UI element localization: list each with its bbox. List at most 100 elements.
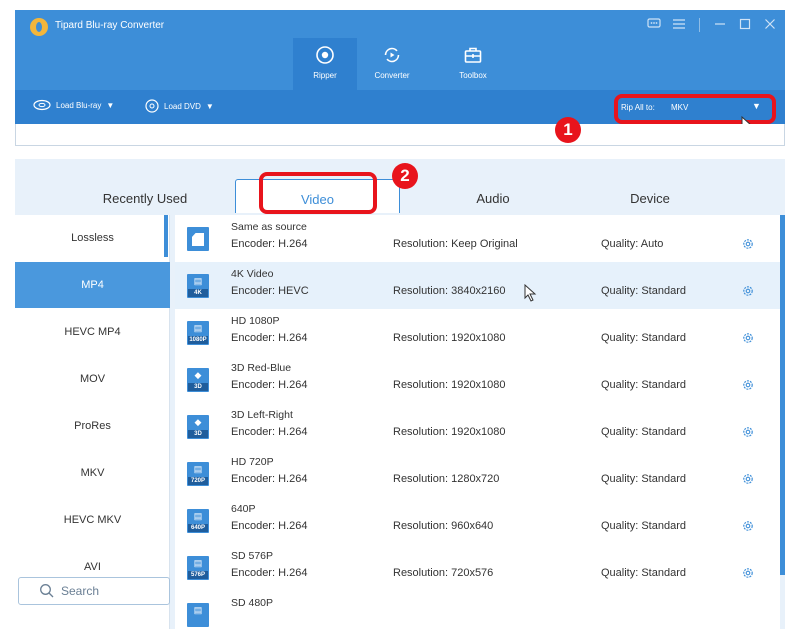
video-format-icon: ▤ 640P — [187, 509, 209, 533]
tab-toolbox[interactable]: Toolbox — [441, 38, 505, 90]
gear-icon[interactable] — [741, 284, 755, 298]
tab-toolbox-label: Toolbox — [459, 71, 487, 80]
format-name: 4K Video — [231, 268, 274, 280]
format-quality: Quality: Standard — [601, 473, 686, 485]
format-quality: Quality: Standard — [601, 520, 686, 532]
video-format-icon: ▤ 4K — [187, 274, 209, 298]
gear-icon[interactable] — [741, 331, 755, 345]
sidebar-item-mov[interactable]: MOV — [15, 356, 170, 402]
bluray-disc-icon — [33, 99, 51, 111]
format-resolution: Resolution: 3840x2160 — [393, 285, 506, 297]
format-quality: Quality: Standard — [601, 379, 686, 391]
load-bluray-label: Load Blu-ray — [56, 100, 102, 110]
format-category-sidebar: Lossless MP4 HEVC MP4 MOV ProRes MKV HEV… — [15, 215, 170, 629]
format-row-3d-red-blue[interactable]: ◆ 3D 3D Red-Blue Encoder: H.264 Resolutio… — [175, 356, 780, 403]
format-quality: Quality: Standard — [601, 426, 686, 438]
format-resolution: Resolution: Keep Original — [393, 238, 518, 250]
tab-recently-used[interactable]: Recently Used — [85, 179, 205, 213]
tab-converter[interactable]: Converter — [360, 38, 424, 90]
window-controls — [647, 17, 777, 33]
format-tag: 3D — [188, 383, 208, 391]
video-format-icon: ▤ — [187, 603, 209, 627]
converter-icon — [384, 47, 400, 63]
format-list-scrollbar[interactable] — [780, 215, 785, 575]
title-bar: Tipard Blu-ray Converter Ripper Converte… — [15, 10, 785, 90]
format-quality: Quality: Standard — [601, 332, 686, 344]
3d-cube-icon: ◆ 3D — [187, 368, 209, 392]
format-encoder: Encoder: H.264 — [231, 379, 308, 391]
mouse-cursor-icon — [524, 284, 537, 302]
format-quality: Quality: Standard — [601, 567, 686, 579]
sidebar-item-mp4[interactable]: MP4 — [15, 262, 170, 308]
format-row-hd-720p[interactable]: ▤ 720P HD 720P Encoder: H.264 Resolution:… — [175, 450, 780, 497]
minimize-icon[interactable] — [713, 17, 727, 33]
step-badge-2: 2 — [392, 163, 418, 189]
format-row-sd-480p[interactable]: ▤ SD 480P — [175, 591, 780, 629]
video-format-icon: ▤ 576P — [187, 556, 209, 580]
format-row-hd-1080p[interactable]: ▤ 1080P HD 1080P Encoder: H.264 Resolutio… — [175, 309, 780, 356]
format-tag: 3D — [188, 430, 208, 438]
step-badge-1: 1 — [555, 117, 581, 143]
format-encoder: Encoder: HEVC — [231, 285, 309, 297]
format-encoder: Encoder: H.264 — [231, 567, 308, 579]
maximize-icon[interactable] — [738, 17, 752, 33]
gear-icon[interactable] — [741, 566, 755, 580]
tab-ripper-label: Ripper — [313, 71, 337, 80]
chevron-down-icon: ▼ — [205, 101, 214, 111]
format-quality: Quality: Standard — [601, 285, 686, 297]
format-name: 3D Left-Right — [231, 409, 293, 421]
format-resolution: Resolution: 960x640 — [393, 520, 494, 532]
video-format-icon: ▤ 1080P — [187, 321, 209, 345]
gear-icon[interactable] — [741, 378, 755, 392]
dvd-disc-icon — [145, 99, 159, 113]
format-row-640p[interactable]: ▤ 640P 640P Encoder: H.264 Resolution: 96… — [175, 497, 780, 544]
format-name: HD 720P — [231, 456, 274, 468]
sidebar-item-hevc-mkv[interactable]: HEVC MKV — [15, 497, 170, 543]
format-resolution: Resolution: 1920x1080 — [393, 379, 506, 391]
disc-logo-icon — [30, 18, 48, 36]
load-dvd-button[interactable]: Load DVD ▼ — [145, 99, 214, 113]
format-row-4k-video[interactable]: ▤ 4K 4K Video Encoder: HEVC Resolution: 3… — [175, 262, 780, 309]
content-area — [15, 124, 785, 146]
format-resolution: Resolution: 1280x720 — [393, 473, 500, 485]
format-name: 3D Red-Blue — [231, 362, 292, 374]
toolbox-icon — [464, 47, 482, 63]
sidebar-item-mkv[interactable]: MKV — [15, 450, 170, 496]
load-bluray-button[interactable]: Load Blu-ray ▼ — [33, 99, 114, 111]
sidebar-item-lossless[interactable]: Lossless — [15, 215, 170, 261]
format-tag: 1080P — [188, 336, 208, 344]
format-row-sd-576p[interactable]: ▤ 576P SD 576P Encoder: H.264 Resolution:… — [175, 544, 780, 591]
app-title: Tipard Blu-ray Converter — [55, 20, 165, 31]
sidebar-scroll-indicator — [164, 215, 168, 257]
format-encoder: Encoder: H.264 — [231, 473, 308, 485]
file-icon — [187, 227, 209, 251]
format-row-3d-left-right[interactable]: ◆ 3D 3D Left-Right Encoder: H.264 Resolut… — [175, 403, 780, 450]
format-resolution: Resolution: 720x576 — [393, 567, 494, 579]
format-list: Same as source Encoder: H.264 Resolution… — [175, 215, 780, 629]
gear-icon[interactable] — [741, 237, 755, 251]
format-name: SD 480P — [231, 597, 274, 609]
format-resolution: Resolution: 1920x1080 — [393, 332, 506, 344]
tab-audio[interactable]: Audio — [433, 179, 553, 213]
format-name: Same as source — [231, 221, 307, 233]
format-row-same-as-source[interactable]: Same as source Encoder: H.264 Resolution… — [175, 215, 780, 262]
close-icon[interactable] — [763, 17, 777, 33]
chat-icon[interactable] — [647, 17, 661, 33]
format-resolution: Resolution: 1920x1080 — [393, 426, 506, 438]
gear-icon[interactable] — [741, 425, 755, 439]
tab-converter-label: Converter — [374, 71, 410, 80]
tab-ripper[interactable]: Ripper — [293, 38, 357, 90]
format-search-button[interactable]: Search — [18, 577, 170, 605]
sidebar-item-hevc-mp4[interactable]: HEVC MP4 — [15, 309, 170, 355]
gear-icon[interactable] — [741, 519, 755, 533]
ripper-icon — [316, 46, 334, 64]
tab-device[interactable]: Device — [590, 179, 710, 213]
sidebar-item-prores[interactable]: ProRes — [15, 403, 170, 449]
video-tab-highlight — [259, 172, 377, 214]
title-separator — [699, 18, 700, 32]
format-name: HD 1080P — [231, 315, 280, 327]
menu-icon[interactable] — [672, 17, 686, 33]
format-name: SD 576P — [231, 550, 274, 562]
search-icon — [40, 584, 54, 598]
gear-icon[interactable] — [741, 472, 755, 486]
